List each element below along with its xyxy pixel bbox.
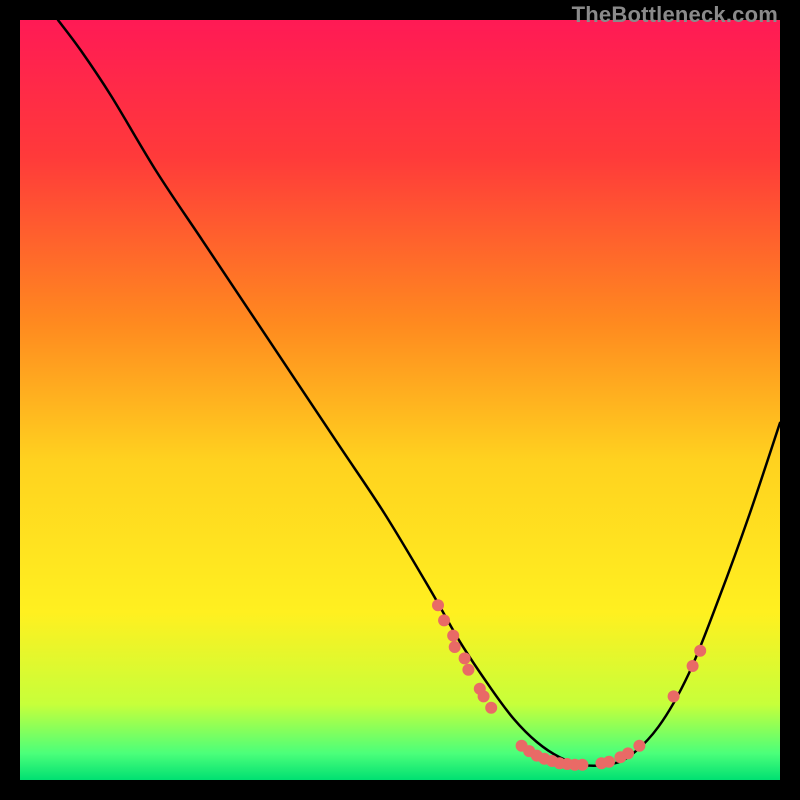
chart-svg bbox=[20, 20, 780, 780]
watermark-text: TheBottleneck.com bbox=[572, 2, 778, 28]
data-point bbox=[432, 599, 444, 611]
data-point bbox=[449, 641, 461, 653]
data-point bbox=[687, 660, 699, 672]
chart-stage: { "watermark": "TheBottleneck.com", "cha… bbox=[0, 0, 800, 800]
data-point bbox=[694, 645, 706, 657]
data-point bbox=[576, 759, 588, 771]
data-point bbox=[633, 740, 645, 752]
data-point bbox=[668, 690, 680, 702]
data-point bbox=[622, 747, 634, 759]
data-point bbox=[462, 664, 474, 676]
plot-area bbox=[20, 20, 780, 780]
data-point bbox=[447, 630, 459, 642]
data-point bbox=[485, 702, 497, 714]
data-point bbox=[459, 652, 471, 664]
data-point bbox=[478, 690, 490, 702]
data-point bbox=[438, 614, 450, 626]
data-point bbox=[603, 756, 615, 768]
